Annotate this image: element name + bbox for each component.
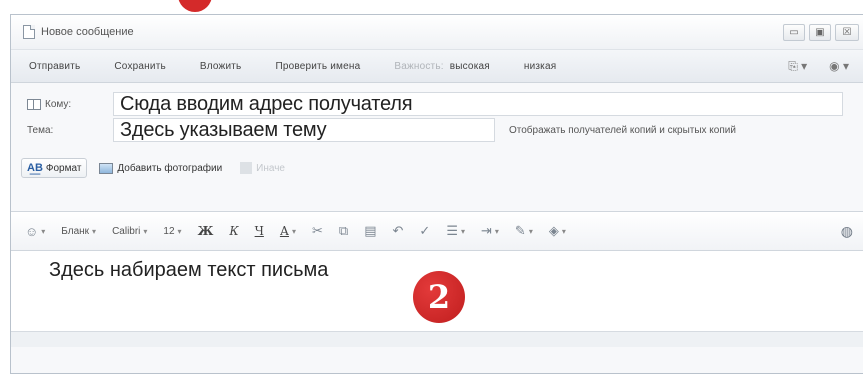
format-button-label: Формат <box>45 162 82 174</box>
highlighter-icon[interactable]: ✎ ▾ <box>515 223 533 239</box>
to-field[interactable]: Сюда вводим адрес получателя <box>113 92 843 116</box>
importance-label: Важность: <box>394 60 444 72</box>
add-photos-label: Добавить фотографии <box>117 162 223 174</box>
minimize-button[interactable]: ▭ <box>783 23 805 41</box>
stationery-label: Бланк <box>61 225 90 237</box>
command-bar-right: ⎘ ▾ ◉ ▾ <box>788 59 849 74</box>
italic-button[interactable]: К <box>229 224 238 238</box>
send-button[interactable]: Отправить <box>29 61 80 72</box>
importance-low-button[interactable]: низкая <box>524 61 556 72</box>
font-size-dropdown[interactable]: 12 ▾ <box>163 226 181 237</box>
attach-button[interactable]: Вложить <box>200 61 242 72</box>
globe-icon[interactable]: ◍ <box>841 223 853 240</box>
callout-badge-2: 2 <box>413 271 465 323</box>
window-title: Новое сообщение <box>41 26 134 38</box>
to-row: Кому: Сюда вводим адрес получателя <box>11 91 863 117</box>
cut-icon[interactable]: ✂ <box>312 223 323 239</box>
subject-field[interactable]: Здесь указываем тему <box>113 118 495 142</box>
copy-icon[interactable]: ⧉ <box>339 223 348 239</box>
callout-badge-1-fragment <box>178 0 212 12</box>
format-row: A͟B Формат Добавить фотографии Иначе <box>11 153 863 183</box>
save-button[interactable]: Сохранить <box>114 61 166 72</box>
format-icon: A͟B <box>27 162 43 174</box>
message-body-text: Здесь набираем текст письма <box>49 259 329 281</box>
encoding-icon[interactable]: ⎘ ▾ <box>788 59 807 74</box>
title-bar: Новое сообщение ▭ ▣ ☒ <box>11 15 863 49</box>
undo-icon[interactable]: ↶ <box>393 223 404 239</box>
help-icon[interactable]: ◉ ▾ <box>829 59 849 73</box>
subject-row: Тема: Здесь указываем тему Отображать по… <box>11 117 863 143</box>
address-book-icon[interactable] <box>27 98 41 110</box>
paste-icon[interactable]: ▤ <box>364 223 376 239</box>
underline-button[interactable]: Ч <box>255 224 264 238</box>
header-fields: Кому: Сюда вводим адрес получателя Тема:… <box>11 83 863 211</box>
font-label: Calibri <box>112 225 141 237</box>
status-strip <box>11 331 863 347</box>
compose-window: Новое сообщение ▭ ▣ ☒ Отправить Сохранит… <box>10 14 863 374</box>
command-bar: Отправить Сохранить Вложить Проверить им… <box>11 49 863 83</box>
format-button[interactable]: A͟B Формат <box>21 158 88 178</box>
disabled-button: Иначе <box>240 162 285 174</box>
subject-label: Тема: <box>27 124 54 136</box>
add-photos-button[interactable]: Добавить фотографии <box>99 162 223 174</box>
bold-button[interactable]: Ж <box>198 224 214 238</box>
stationery-dropdown[interactable]: Бланк ▾ <box>61 226 96 237</box>
indent-icon[interactable]: ⇥ ▾ <box>481 223 499 239</box>
close-button[interactable]: ☒ <box>835 23 859 41</box>
message-body[interactable]: Здесь набираем текст письма 2 <box>11 251 863 347</box>
disabled-label: Иначе <box>256 162 285 174</box>
check-names-button[interactable]: Проверить имена <box>275 61 360 72</box>
bullet-list-icon[interactable]: ☰ ▾ <box>446 223 465 239</box>
to-label: Кому: <box>45 98 72 110</box>
photo-icon <box>99 162 114 174</box>
window-controls: ▭ ▣ ☒ <box>783 23 859 41</box>
maximize-button[interactable]: ▣ <box>809 23 831 41</box>
font-dropdown[interactable]: Calibri ▾ <box>112 226 147 237</box>
show-cc-bcc-link[interactable]: Отображать получателей копий и скрытых к… <box>509 125 736 136</box>
disabled-icon <box>240 162 253 174</box>
importance-high-button[interactable]: высокая <box>450 61 490 72</box>
formatting-toolbar: ☺ ▾ Бланк ▾ Calibri ▾ 12 ▾ Ж К Ч А ▾ ✂ ⧉ ▤ ↶ … <box>11 211 863 251</box>
font-color-button[interactable]: А ▾ <box>280 224 296 238</box>
font-color-label: А <box>279 224 289 238</box>
spellcheck-icon[interactable]: ✓ <box>419 223 430 239</box>
font-size-label: 12 <box>163 225 175 237</box>
insert-icon[interactable]: ◈ ▾ <box>549 223 566 239</box>
emoticon-icon[interactable]: ☺ ▾ <box>25 224 45 239</box>
new-message-icon <box>23 25 35 39</box>
to-label-group[interactable]: Кому: <box>27 98 113 110</box>
